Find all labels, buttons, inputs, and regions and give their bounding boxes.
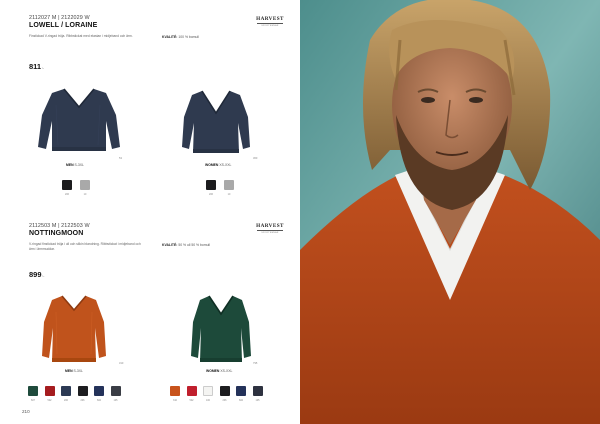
color-swatch[interactable]	[206, 180, 216, 190]
swatch-code: 206	[209, 193, 213, 196]
article-number: 2112027 M | 2122029 W	[29, 15, 90, 21]
quality-label: KVALITÉ:	[162, 243, 178, 247]
women-size-label: WOMEN XS-XXL	[205, 163, 231, 167]
swatch-code: 602	[97, 399, 101, 402]
swatch-code: 502	[189, 399, 194, 402]
women-label: WOMEN	[206, 369, 220, 373]
price-value: 899	[29, 270, 42, 279]
men-item-code: 53	[119, 157, 122, 160]
product-name: NOTTINGMOON	[29, 230, 84, 237]
catalog-page-left: 2112027 M | 2122029 W LOWELL / LORAINE F…	[0, 0, 300, 424]
women-sizes: XS-XXL	[220, 369, 233, 373]
swatch-code: 206	[80, 399, 85, 402]
color-swatch[interactable]	[110, 386, 121, 396]
article-number: 2112503 M | 2122503 W	[29, 223, 90, 229]
color-swatch[interactable]	[224, 180, 234, 190]
swatch-code: 10	[227, 193, 231, 196]
quality-label: KVALITÉ:	[162, 35, 178, 39]
model-photo	[300, 0, 600, 424]
men-item-code: 310	[119, 362, 124, 365]
swatch-code: 502	[47, 399, 52, 402]
women-item-code: 360	[253, 157, 258, 160]
color-swatch[interactable]	[236, 386, 246, 396]
swatch-code: 206	[222, 399, 227, 402]
price-value: 811	[29, 62, 42, 71]
brand-logo: HARVEST SPORTSWEAR	[253, 223, 287, 234]
men-sizes: S-3XL	[74, 163, 84, 167]
swatch-code: 607	[31, 399, 35, 402]
product-description: Finstickad V-ringad tröja. Ribbstickat m…	[29, 34, 133, 38]
brand-tag: SPORTSWEAR	[261, 24, 279, 27]
color-swatch[interactable]	[186, 386, 197, 396]
men-sizes: S-3XL	[73, 369, 83, 373]
swatch-code: 200	[64, 399, 68, 402]
women-green-vneck-sweater-image	[191, 295, 251, 362]
description-line-1: V-ringad finstickad tröja i ull och silk…	[29, 242, 141, 246]
product-name: LOWELL / LORAINE	[29, 22, 98, 29]
swatch-code: 310	[173, 399, 177, 402]
women-size-label: WOMEN XS-XXL	[206, 369, 232, 373]
page-number: 210	[22, 409, 30, 414]
color-swatch[interactable]	[170, 386, 180, 396]
model-portrait-image	[300, 0, 600, 424]
men-orange-vneck-sweater-image	[42, 295, 106, 362]
swatch-code: 206	[65, 193, 69, 196]
price: 899:-	[29, 270, 44, 279]
brand-tag: SPORTSWEAR	[261, 231, 279, 234]
quality-value: 100 % bomull	[178, 35, 199, 39]
color-swatch[interactable]	[80, 180, 90, 190]
men-size-label: MEN S-3XL	[66, 163, 84, 167]
price: 811:-	[29, 62, 44, 71]
color-swatch[interactable]	[77, 386, 88, 396]
quality-value: 50 % ull 50 % bomull	[178, 243, 211, 247]
product-description: V-ringad finstickad tröja i ull och silk…	[29, 242, 159, 251]
men-navy-vneck-sweater-image	[38, 88, 120, 151]
women-item-code: 795	[253, 362, 258, 365]
swatch-code: 10	[83, 193, 87, 196]
brand-rule	[257, 230, 283, 231]
description-line-2: ärm i ärmmuddar.	[29, 246, 55, 251]
women-sizes: XS-XXL	[219, 163, 232, 167]
color-swatch[interactable]	[219, 386, 230, 396]
men-label: MEN	[66, 163, 74, 167]
women-label: WOMEN	[205, 163, 219, 167]
color-swatch[interactable]	[62, 180, 72, 190]
brand-logo: HARVEST SPORTSWEAR	[253, 16, 287, 27]
quality-info: KVALITÉ: 50 % ull 50 % bomull	[162, 243, 210, 247]
swatch-code: 105	[113, 399, 118, 402]
swatch-code: 100	[206, 399, 210, 402]
women-navy-vneck-sweater-image	[182, 90, 250, 153]
color-swatch[interactable]	[94, 386, 104, 396]
color-swatch[interactable]	[252, 386, 263, 396]
price-suffix: :-	[41, 66, 44, 70]
swatch-code: 105	[255, 399, 260, 402]
color-swatch[interactable]	[203, 386, 213, 396]
color-swatch[interactable]	[28, 386, 38, 396]
brand-rule	[257, 23, 283, 24]
price-suffix: :-	[42, 274, 45, 278]
brand-name: HARVEST	[256, 16, 284, 22]
color-swatch[interactable]	[44, 386, 55, 396]
men-size-label: MEN S-3XL	[65, 369, 83, 373]
swatch-code: 602	[239, 399, 243, 402]
color-swatch[interactable]	[61, 386, 71, 396]
men-label: MEN	[65, 369, 73, 373]
quality-info: KVALITÉ: 100 % bomull	[162, 35, 199, 39]
brand-name: HARVEST	[256, 223, 284, 229]
